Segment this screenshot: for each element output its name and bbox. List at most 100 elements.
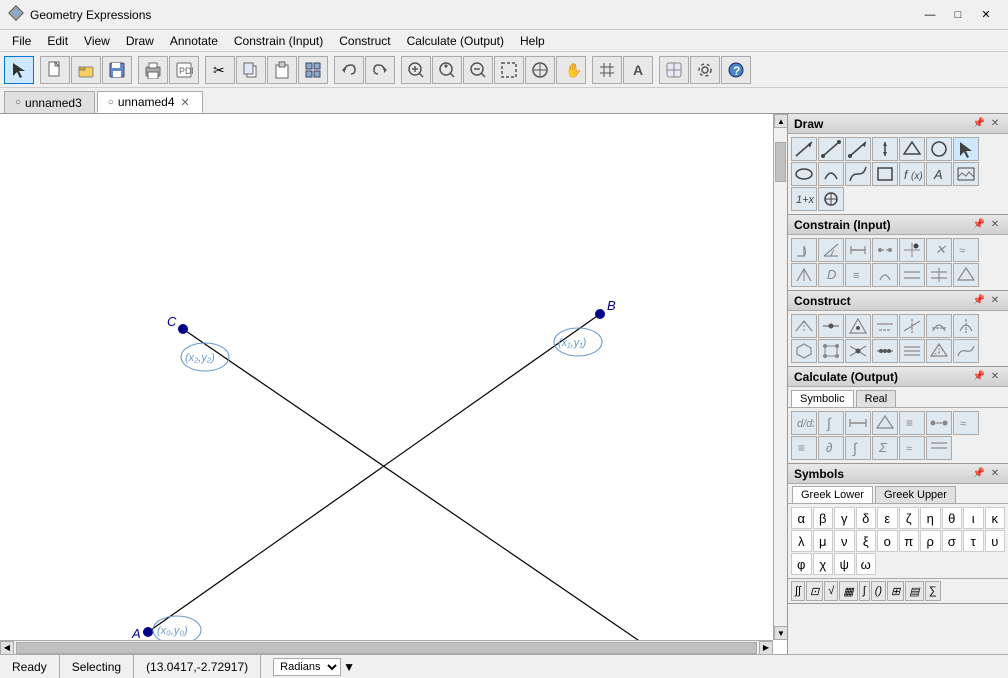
toolbar-pan-btn[interactable]: ✋ [556, 56, 586, 84]
con-tri-btn[interactable] [953, 263, 979, 287]
sym-η[interactable]: η [920, 507, 941, 529]
sym-α[interactable]: α [791, 507, 812, 529]
scroll-thumb-h[interactable] [16, 642, 757, 654]
sym-υ[interactable]: υ [985, 530, 1006, 552]
con-angle2-btn[interactable] [818, 238, 844, 262]
toolbar-export-btn[interactable]: PDF [169, 56, 199, 84]
calc-dist-btn[interactable] [926, 411, 952, 435]
sym-θ[interactable]: θ [942, 507, 963, 529]
close-button[interactable]: ✕ [972, 5, 1000, 25]
draw-line-btn[interactable] [791, 137, 817, 161]
toolbar-zoom-cursor-btn[interactable] [432, 56, 462, 84]
angle-mode-select[interactable]: Radians Degrees [273, 658, 341, 676]
calc-par-btn[interactable] [926, 436, 952, 460]
scroll-thumb-v[interactable] [775, 142, 786, 182]
sym-φ[interactable]: φ [791, 553, 812, 575]
menu-item-constraininput[interactable]: Constrain (Input) [226, 32, 331, 50]
draw-seg-btn[interactable] [818, 137, 844, 161]
sym-π[interactable]: π [899, 530, 920, 552]
draw-panel-pin[interactable]: 📌 [972, 117, 986, 131]
toolbar-paste-btn[interactable] [267, 56, 297, 84]
cst-midpt[interactable] [818, 314, 844, 338]
draw-circle-btn[interactable] [926, 137, 952, 161]
draw-param-btn[interactable] [818, 187, 844, 211]
sym-τ[interactable]: τ [963, 530, 984, 552]
sym-int[interactable]: ∫ [859, 581, 870, 601]
draw-select-btn[interactable] [953, 137, 979, 161]
tab-tab2[interactable]: ○unnamed4✕ [97, 91, 203, 113]
toolbar-cut-btn[interactable]: ✂ [205, 56, 235, 84]
canvas-area[interactable]: A (x₀,y₀) B (x₁,y₁) C (x₂,y₂) D (x₃,y₃) … [0, 114, 788, 654]
cst-tangent[interactable] [926, 314, 952, 338]
draw-ray-btn[interactable] [845, 137, 871, 161]
sym-ι[interactable]: ι [963, 507, 984, 529]
calc-diff-btn[interactable]: d/dx [791, 411, 817, 435]
con-angle-btn[interactable] [791, 238, 817, 262]
calc-approx2-btn[interactable]: ≈ [899, 436, 925, 460]
draw-bezier-btn[interactable] [845, 162, 871, 186]
draw-func-btn[interactable]: f(x) [899, 162, 925, 186]
toolbar-zoom-out-btn[interactable] [463, 56, 493, 84]
construct-panel-pin[interactable]: 📌 [972, 294, 986, 308]
scroll-down-button[interactable]: ▼ [774, 626, 788, 640]
con-x-btn[interactable]: ✕ [926, 238, 952, 262]
menu-item-file[interactable]: File [4, 32, 39, 50]
calc-partial-btn[interactable]: ∂ [818, 436, 844, 460]
symbols-panel-pin[interactable]: 📌 [972, 467, 986, 481]
toolbar-open-btn[interactable] [71, 56, 101, 84]
scroll-left-button[interactable]: ◀ [0, 641, 14, 655]
calc-eq2-btn[interactable]: ≡ [791, 436, 817, 460]
cst-centroid[interactable] [845, 314, 871, 338]
tab-greek-upper[interactable]: Greek Upper [875, 486, 956, 503]
cst-normal[interactable] [953, 314, 979, 338]
maximize-button[interactable]: □ [944, 5, 972, 25]
point-C[interactable] [178, 324, 188, 334]
toolbar-grid-btn[interactable] [592, 56, 622, 84]
menu-item-view[interactable]: View [76, 32, 118, 50]
draw-vline-btn[interactable] [872, 137, 898, 161]
toolbar-copy-btn[interactable] [236, 56, 266, 84]
draw-poly-btn[interactable] [899, 137, 925, 161]
toolbar-save-btn[interactable] [102, 56, 132, 84]
constrain-panel-close[interactable]: ✕ [988, 218, 1002, 232]
point-A[interactable] [143, 627, 153, 637]
sym-χ[interactable]: χ [813, 553, 834, 575]
toolbar-zoom-fit-btn[interactable] [525, 56, 555, 84]
draw-eq-btn[interactable]: 1+x [791, 187, 817, 211]
tab-greek-lower[interactable]: Greek Lower [792, 486, 873, 503]
con-D-btn[interactable]: D [818, 263, 844, 287]
sym-κ[interactable]: κ [985, 507, 1006, 529]
constrain-panel-pin[interactable]: 📌 [972, 218, 986, 232]
menu-item-draw[interactable]: Draw [118, 32, 162, 50]
toolbar-something-btn[interactable] [298, 56, 328, 84]
sym-dblint[interactable]: ∫∫ [791, 581, 805, 601]
sym-ν[interactable]: ν [834, 530, 855, 552]
cst-npar2[interactable] [899, 339, 925, 363]
draw-ellipse-btn[interactable] [791, 162, 817, 186]
con-arc-btn[interactable] [872, 263, 898, 287]
sym-λ[interactable]: λ [791, 530, 812, 552]
tab-symbolic[interactable]: Symbolic [791, 390, 854, 407]
cst-perpline[interactable] [899, 314, 925, 338]
sym-ο[interactable]: ο [877, 530, 898, 552]
con-len-btn[interactable] [845, 238, 871, 262]
draw-img-btn[interactable] [953, 162, 979, 186]
calc-len-btn[interactable] [845, 411, 871, 435]
toolbar-new-file-btn[interactable] [40, 56, 70, 84]
menu-item-calculateoutput[interactable]: Calculate (Output) [399, 32, 512, 50]
con-perp-btn[interactable] [791, 263, 817, 287]
con-slope-btn[interactable]: ≈ [953, 238, 979, 262]
sym-β[interactable]: β [813, 507, 834, 529]
sym-ξ[interactable]: ξ [856, 530, 877, 552]
calc-area-btn[interactable] [872, 411, 898, 435]
cst-angle-bisect[interactable] [791, 314, 817, 338]
cst-div[interactable] [872, 339, 898, 363]
tab-close-btn[interactable]: ✕ [181, 96, 190, 109]
con-npar-btn[interactable] [926, 263, 952, 287]
calc-int2-btn[interactable]: ∫ [845, 436, 871, 460]
cst-parline[interactable] [872, 314, 898, 338]
tab-real[interactable]: Real [856, 390, 897, 407]
sym-ε[interactable]: ε [877, 507, 898, 529]
sym-lines[interactable]: ▤ [905, 581, 923, 601]
toolbar-undo-btn[interactable] [334, 56, 364, 84]
